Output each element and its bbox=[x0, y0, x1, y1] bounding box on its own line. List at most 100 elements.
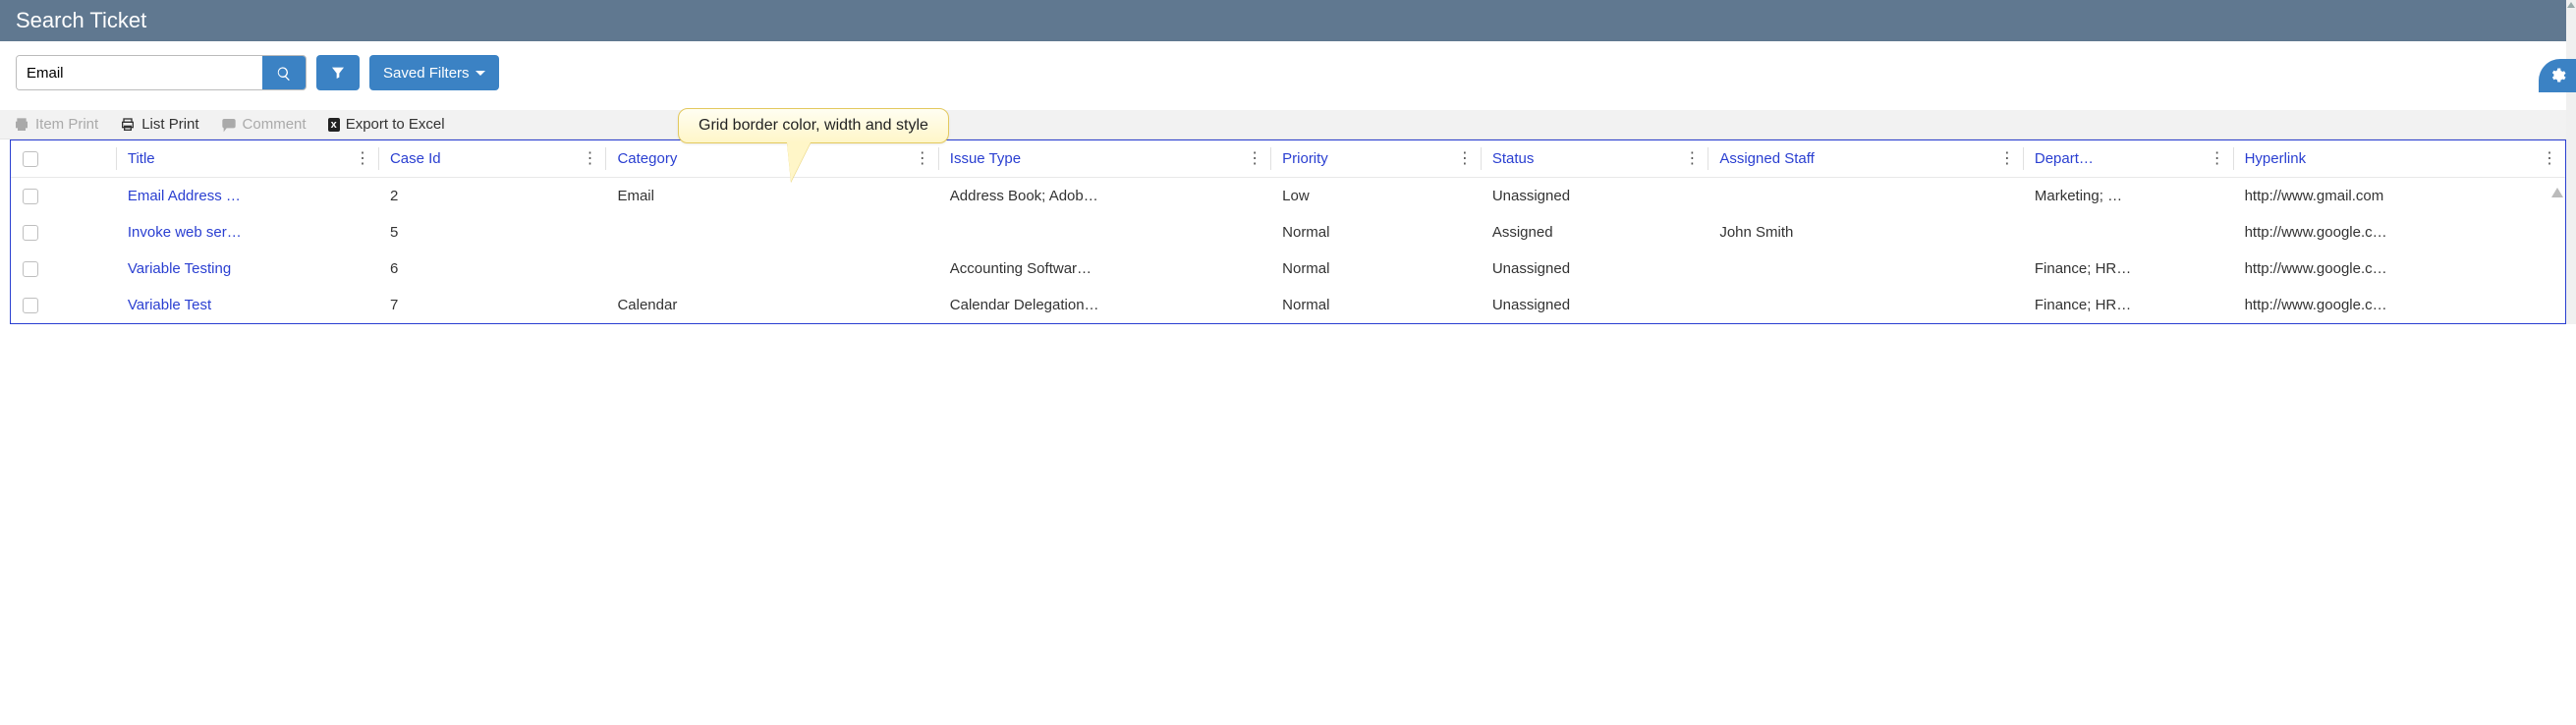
cell-hyperlink: http://www.google.c… bbox=[2233, 251, 2565, 287]
page-header: Search Ticket bbox=[0, 0, 2576, 41]
cell-title[interactable]: Email Address … bbox=[116, 178, 378, 215]
column-header-category[interactable]: Category ⋮ bbox=[605, 140, 937, 178]
cell-issue_type: Accounting Softwar… bbox=[938, 251, 1270, 287]
column-header-label: Depart… bbox=[2035, 150, 2094, 167]
cell-issue_type: Calendar Delegation… bbox=[938, 287, 1270, 323]
comment-button: Comment bbox=[221, 116, 307, 133]
column-header-title[interactable]: Title ⋮ bbox=[116, 140, 378, 178]
row-checkbox[interactable] bbox=[23, 189, 38, 204]
cell-hyperlink: http://www.google.c… bbox=[2233, 287, 2565, 323]
page-scrollbar[interactable] bbox=[2566, 0, 2576, 324]
cell-issue_type bbox=[938, 214, 1270, 251]
saved-filters-button[interactable]: Saved Filters bbox=[369, 55, 499, 90]
print-icon bbox=[14, 117, 29, 133]
column-header-issue_type[interactable]: Issue Type⋮ bbox=[938, 140, 1270, 178]
column-header-label: Status bbox=[1492, 150, 1535, 167]
grid-container: Title⋮Case Id⋮Category⋮Issue Type⋮Priori… bbox=[10, 139, 2566, 324]
cell-category bbox=[605, 251, 937, 287]
search-button[interactable] bbox=[262, 56, 306, 90]
print-icon bbox=[120, 117, 136, 133]
cell-priority: Normal bbox=[1270, 287, 1481, 323]
column-header-label: Case Id bbox=[390, 150, 441, 167]
cell-case_id: 6 bbox=[378, 251, 606, 287]
cell-issue_type: Address Book; Adob… bbox=[938, 178, 1270, 215]
cell-priority: Normal bbox=[1270, 251, 1481, 287]
search-input[interactable] bbox=[17, 56, 262, 89]
cell-category: Calendar bbox=[605, 287, 937, 323]
callout-text: Grid border color, width and style bbox=[699, 117, 928, 134]
row-checkbox[interactable] bbox=[23, 261, 38, 277]
cell-department: Finance; HR… bbox=[2023, 251, 2233, 287]
cell-department: Marketing; … bbox=[2023, 178, 2233, 215]
cell-priority: Normal bbox=[1270, 214, 1481, 251]
cell-status: Assigned bbox=[1481, 214, 1708, 251]
scroll-up-icon bbox=[2567, 2, 2575, 8]
column-menu-icon[interactable]: ⋮ bbox=[1684, 151, 1700, 167]
column-menu-icon[interactable]: ⋮ bbox=[582, 151, 597, 167]
comment-icon bbox=[221, 117, 237, 133]
scroll-up-icon[interactable] bbox=[2551, 188, 2563, 197]
column-header-department[interactable]: Depart… ⋮ bbox=[2023, 140, 2233, 178]
column-header-hyperlink[interactable]: Hyperlink ⋮ bbox=[2233, 140, 2565, 178]
cell-title[interactable]: Variable Testing bbox=[116, 251, 378, 287]
cell-category: Email bbox=[605, 178, 937, 215]
column-menu-icon[interactable]: ⋮ bbox=[2542, 151, 2557, 167]
filter-button[interactable] bbox=[316, 55, 360, 90]
cell-assigned_staff: John Smith bbox=[1708, 214, 2023, 251]
item-print-button: Item Print bbox=[14, 116, 98, 133]
column-header-label: Hyperlink bbox=[2245, 150, 2307, 167]
cell-hyperlink: http://www.gmail.com bbox=[2233, 178, 2565, 215]
column-menu-icon[interactable]: ⋮ bbox=[355, 151, 370, 167]
cell-assigned_staff bbox=[1708, 251, 2023, 287]
search-box bbox=[16, 55, 307, 90]
excel-icon: x bbox=[328, 118, 340, 132]
ticket-grid: Title⋮Case Id⋮Category⋮Issue Type⋮Priori… bbox=[11, 140, 2565, 323]
table-row: Invoke web ser…5 NormalAssignedJohn Smith… bbox=[11, 214, 2565, 251]
cell-hyperlink: http://www.google.c… bbox=[2233, 214, 2565, 251]
cell-department bbox=[2023, 214, 2233, 251]
gear-icon bbox=[2548, 67, 2566, 84]
grid-body: Email Address …2EmailAddress Book; Adob…… bbox=[11, 178, 2565, 324]
page-title: Search Ticket bbox=[16, 8, 146, 32]
column-menu-icon[interactable]: ⋮ bbox=[1247, 151, 1262, 167]
column-header-priority[interactable]: Priority ⋮ bbox=[1270, 140, 1481, 178]
cell-case_id: 5 bbox=[378, 214, 606, 251]
table-row: Email Address …2EmailAddress Book; Adob…… bbox=[11, 178, 2565, 215]
cell-priority: Low bbox=[1270, 178, 1481, 215]
cell-assigned_staff bbox=[1708, 178, 2023, 215]
funnel-icon bbox=[330, 65, 346, 81]
select-all-header bbox=[11, 140, 116, 178]
chevron-down-icon bbox=[476, 71, 485, 76]
column-header-label: Assigned Staff bbox=[1719, 150, 1814, 167]
cell-category bbox=[605, 214, 937, 251]
column-header-status[interactable]: Status ⋮ bbox=[1481, 140, 1708, 178]
cell-status: Unassigned bbox=[1481, 251, 1708, 287]
column-menu-icon[interactable]: ⋮ bbox=[915, 151, 930, 167]
cell-assigned_staff bbox=[1708, 287, 2023, 323]
grid-header-row: Title⋮Case Id⋮Category⋮Issue Type⋮Priori… bbox=[11, 140, 2565, 178]
list-print-button[interactable]: List Print bbox=[120, 116, 198, 133]
cell-case_id: 2 bbox=[378, 178, 606, 215]
column-header-label: Priority bbox=[1282, 150, 1328, 167]
row-checkbox[interactable] bbox=[23, 298, 38, 313]
search-icon bbox=[276, 66, 292, 82]
annotation-callout: Grid border color, width and style bbox=[678, 108, 949, 143]
row-checkbox[interactable] bbox=[23, 225, 38, 241]
saved-filters-label: Saved Filters bbox=[383, 65, 470, 82]
grid-toolbar: Item Print List Print Comment x Export t… bbox=[0, 110, 2576, 139]
column-header-label: Title bbox=[128, 150, 155, 167]
column-menu-icon[interactable]: ⋮ bbox=[1999, 151, 2015, 167]
select-all-checkbox[interactable] bbox=[23, 151, 38, 167]
export-excel-button[interactable]: x Export to Excel bbox=[328, 116, 445, 133]
cell-title[interactable]: Invoke web ser… bbox=[116, 214, 378, 251]
column-header-label: Category bbox=[617, 150, 677, 167]
table-row: Variable Test7CalendarCalendar Delegatio… bbox=[11, 287, 2565, 323]
column-header-case_id[interactable]: Case Id ⋮ bbox=[378, 140, 606, 178]
cell-case_id: 7 bbox=[378, 287, 606, 323]
filter-row: Saved Filters bbox=[0, 41, 2576, 110]
cell-title[interactable]: Variable Test bbox=[116, 287, 378, 323]
column-header-assigned_staff[interactable]: Assigned Staff ⋮ bbox=[1708, 140, 2023, 178]
column-menu-icon[interactable]: ⋮ bbox=[1457, 151, 1473, 167]
column-menu-icon[interactable]: ⋮ bbox=[2210, 151, 2225, 167]
cell-department: Finance; HR… bbox=[2023, 287, 2233, 323]
